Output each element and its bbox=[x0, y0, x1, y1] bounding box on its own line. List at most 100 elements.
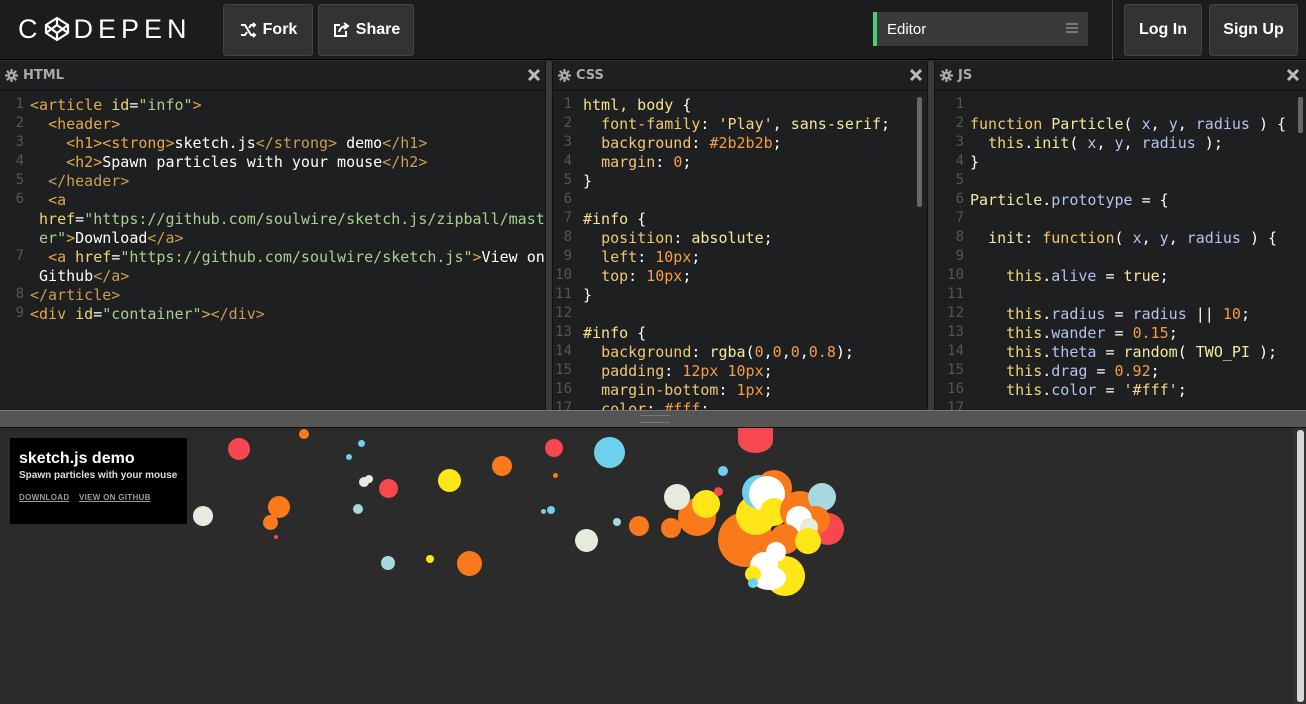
code-line: } bbox=[583, 172, 593, 190]
codepen-logo[interactable]: C DEPEN bbox=[18, 13, 192, 45]
line-number: 12 bbox=[947, 305, 964, 321]
html-editor-title: HTML bbox=[23, 68, 64, 83]
code-line: html, body { bbox=[583, 96, 692, 114]
particle bbox=[346, 454, 352, 460]
code-line: </header> bbox=[48, 172, 130, 190]
line-number: 1 bbox=[563, 96, 572, 112]
login-button[interactable]: Log In bbox=[1124, 4, 1202, 56]
code-line: <h1><strong>sketch.js</strong> demo</h1> bbox=[66, 134, 428, 152]
line-number: 6 bbox=[563, 191, 572, 207]
preview-scrollbar[interactable] bbox=[1294, 428, 1306, 704]
line-number: 2 bbox=[15, 115, 24, 131]
code-line: <a href="https://github.com/soulwire/ske… bbox=[48, 248, 545, 266]
code-line: </article> bbox=[30, 286, 121, 304]
gear-icon[interactable] bbox=[558, 69, 571, 82]
line-number: 9 bbox=[563, 248, 572, 264]
line-number: 14 bbox=[555, 343, 572, 359]
line-number: 5 bbox=[955, 172, 964, 188]
line-number: 1 bbox=[955, 96, 964, 112]
login-label: Log In bbox=[1139, 21, 1187, 38]
view-mode-select[interactable]: Editor bbox=[873, 12, 1088, 46]
line-number: 4 bbox=[955, 153, 964, 169]
code-line: init: function( x, y, radius ) { bbox=[988, 229, 1278, 247]
preview-resize-bar[interactable] bbox=[0, 410, 1306, 428]
preview-scrollbar-thumb[interactable] bbox=[1297, 430, 1304, 702]
css-scrollbar[interactable] bbox=[917, 97, 922, 207]
share-button[interactable]: Share bbox=[318, 4, 414, 56]
signup-button[interactable]: Sign Up bbox=[1209, 4, 1298, 56]
particle bbox=[766, 542, 786, 562]
gear-icon[interactable] bbox=[5, 69, 18, 82]
line-number: 3 bbox=[955, 134, 964, 150]
line-number: 4 bbox=[563, 153, 572, 169]
line-number: 17 bbox=[555, 400, 572, 410]
fork-icon bbox=[240, 22, 257, 38]
code-line: color: #fff; bbox=[601, 400, 710, 410]
code-line: <a bbox=[48, 191, 67, 209]
line-number: 13 bbox=[555, 324, 572, 340]
close-icon[interactable] bbox=[527, 68, 541, 82]
top-separator bbox=[1112, 0, 1113, 60]
js-scrollbar[interactable] bbox=[1298, 97, 1303, 133]
fork-button[interactable]: Fork bbox=[223, 4, 313, 56]
line-number: 10 bbox=[947, 267, 964, 283]
codepen-cube-icon bbox=[44, 16, 69, 42]
particle bbox=[353, 504, 363, 514]
line-number: 11 bbox=[947, 286, 964, 302]
line-number: 7 bbox=[563, 210, 572, 226]
view-mode-label: Editor bbox=[887, 20, 927, 38]
particle bbox=[365, 475, 373, 483]
resize-grip-icon bbox=[640, 415, 670, 423]
particle bbox=[541, 509, 546, 514]
share-icon bbox=[333, 22, 350, 37]
code-line: this.radius = radius || 10; bbox=[1006, 305, 1250, 323]
line-number: 7 bbox=[955, 210, 964, 226]
code-line: Github</a> bbox=[30, 267, 130, 285]
code-line: background: #2b2b2b; bbox=[601, 134, 782, 152]
code-line: #info { bbox=[583, 210, 647, 228]
particle bbox=[274, 535, 278, 539]
line-number: 1 bbox=[15, 96, 24, 112]
line-number: 7 bbox=[15, 248, 24, 264]
menu-icon bbox=[1066, 23, 1078, 33]
line-number: 5 bbox=[15, 172, 24, 188]
line-number: 6 bbox=[955, 191, 964, 207]
code-line: } bbox=[583, 286, 593, 304]
line-number: 8 bbox=[563, 229, 572, 245]
editor-resize-handle[interactable] bbox=[545, 61, 553, 410]
top-bar: C DEPEN Fork Share Editor Log In Sign Up bbox=[0, 0, 1306, 60]
css-editor-title: CSS bbox=[576, 68, 604, 83]
js-editor-header: JS bbox=[935, 61, 1306, 91]
line-number: 14 bbox=[947, 343, 964, 359]
particle bbox=[263, 515, 278, 530]
particle bbox=[492, 456, 512, 476]
code-line: margin-bottom: 1px; bbox=[601, 381, 773, 399]
code-line: font-family: 'Play', sans-serif; bbox=[601, 115, 891, 133]
close-icon[interactable] bbox=[909, 68, 923, 82]
share-label: Share bbox=[355, 21, 401, 38]
github-link[interactable]: VIEW ON GITHUB bbox=[79, 493, 151, 502]
code-line: top: 10px; bbox=[601, 267, 692, 285]
particle bbox=[575, 529, 598, 552]
css-code-area[interactable]: 1 2 3 4 5 6 7 8 9 10 11 12 13 14 15 16 1… bbox=[553, 92, 929, 410]
js-code-area[interactable]: 1 2 3 4 5 6 7 8 9 10 11 12 13 14 15 16 1… bbox=[935, 92, 1306, 410]
preview-title: sketch.js demo bbox=[19, 450, 135, 467]
code-line: this.color = '#fff'; bbox=[1006, 381, 1187, 399]
editor-resize-handle[interactable] bbox=[927, 61, 935, 410]
particle bbox=[629, 516, 649, 536]
particle bbox=[381, 556, 395, 570]
code-line: background: rgba(0,0,0,0.8); bbox=[601, 343, 854, 361]
gear-icon[interactable] bbox=[940, 69, 953, 82]
result-preview[interactable]: sketch.js demo Spawn particles with your… bbox=[0, 428, 1306, 704]
html-code-area[interactable]: 1 2 3 4 5 6 7 8 9 <article id="info"> <h… bbox=[0, 92, 547, 410]
info-box: sketch.js demo Spawn particles with your… bbox=[10, 438, 187, 524]
code-line: #info { bbox=[583, 324, 647, 342]
particle bbox=[358, 440, 365, 447]
code-line: this.drag = 0.92; bbox=[1006, 362, 1160, 380]
code-line: padding: 12px 10px; bbox=[601, 362, 773, 380]
line-number: 3 bbox=[563, 134, 572, 150]
particle bbox=[553, 473, 558, 478]
download-link[interactable]: DOWNLOAD bbox=[19, 493, 69, 502]
close-icon[interactable] bbox=[1286, 68, 1300, 82]
code-line: <article id="info"> bbox=[30, 96, 202, 114]
